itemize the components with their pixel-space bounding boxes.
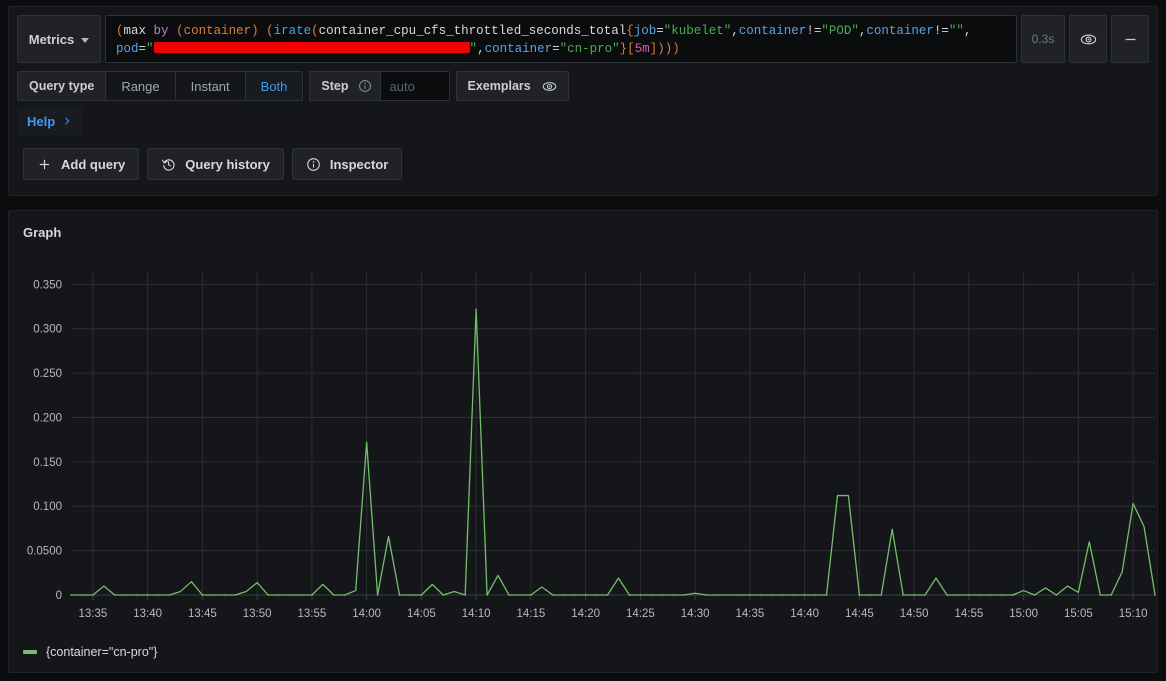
query-token-range: 5m [634, 42, 650, 56]
query-token-metric: container_cpu_cfs_throttled_seconds_tota… [318, 24, 627, 38]
redacted-pod-name [153, 42, 470, 53]
info-circle-icon[interactable] [358, 79, 372, 93]
promql-query-input[interactable]: (max by (container) (irate(container_cpu… [105, 15, 1017, 63]
inspector-button[interactable]: Inspector [291, 148, 403, 180]
step-label-text: Step [321, 79, 349, 93]
query-token-paren2: ( [266, 24, 274, 38]
query-type-segment-group: Query type Range Instant Both [17, 71, 304, 101]
svg-text:15:10: 15:10 [1119, 608, 1148, 620]
chevron-down-icon [81, 37, 90, 43]
step-group: Step [309, 71, 450, 101]
svg-text:0.200: 0.200 [33, 412, 62, 424]
svg-text:0: 0 [56, 590, 62, 602]
plus-icon [39, 159, 50, 169]
query-duration-text: 0.3s [1031, 32, 1055, 46]
query-token-max: max [123, 24, 147, 38]
query-label-pod: pod [116, 42, 139, 56]
eye-icon [542, 81, 557, 91]
query-label-job: job [633, 24, 657, 38]
svg-text:13:55: 13:55 [297, 608, 326, 620]
query-label-container-2: container [866, 24, 934, 38]
svg-text:14:25: 14:25 [626, 608, 655, 620]
help-toggle-button[interactable]: Help [17, 107, 83, 135]
query-token-group: (container) [176, 24, 259, 38]
query-type-option-instant[interactable]: Instant [174, 71, 245, 101]
query-token-irate: irate [273, 24, 312, 38]
minus-icon [1125, 38, 1135, 40]
svg-text:14:20: 14:20 [571, 608, 600, 620]
graph-panel: Graph 0 0.0500 0.100 0.150 0.200 0.250 0.300 0.… [8, 210, 1158, 673]
query-token-brace-close: } [619, 42, 628, 56]
query-value-container-1: "POD" [821, 24, 859, 38]
query-value-job: "kubelet" [663, 24, 732, 38]
query-value-container-2: "" [948, 24, 964, 38]
query-row: Metrics (max by (container) (irate(conta… [9, 7, 1157, 63]
chevron-right-icon [65, 117, 70, 125]
info-circle-icon [306, 157, 320, 171]
toggle-query-visibility-button[interactable] [1069, 15, 1107, 63]
svg-text:14:00: 14:00 [352, 608, 381, 620]
remove-query-button[interactable] [1111, 15, 1149, 63]
step-input[interactable] [379, 71, 450, 101]
query-label-container-3: container [484, 42, 553, 56]
panel-title: Graph [23, 225, 62, 240]
query-duration-badge: 0.3s [1021, 15, 1065, 63]
query-type-option-both[interactable]: Both [244, 71, 304, 101]
svg-text:14:35: 14:35 [735, 608, 764, 620]
query-editor-card: Metrics (max by (container) (irate(conta… [8, 6, 1158, 196]
history-icon [162, 158, 175, 171]
query-token-paren3: ( [311, 24, 319, 38]
query-value-container-3: "cn-pro" [559, 42, 620, 56]
timeseries-plot[interactable]: 0 0.0500 0.100 0.150 0.200 0.250 0.300 0.350 13:… [9, 259, 1159, 637]
metrics-dropdown-button[interactable]: Metrics [17, 15, 101, 63]
query-token-by: by [153, 24, 169, 38]
svg-text:15:00: 15:00 [1009, 608, 1038, 620]
help-row: Help [9, 101, 1157, 135]
add-query-label: Add query [61, 156, 126, 172]
svg-text:13:50: 13:50 [243, 608, 272, 620]
svg-text:0.300: 0.300 [33, 324, 62, 336]
query-type-label: Query type [17, 71, 106, 101]
svg-text:0.250: 0.250 [33, 368, 62, 380]
exemplars-toggle[interactable]: Exemplars [455, 71, 569, 101]
svg-text:14:40: 14:40 [790, 608, 819, 620]
svg-text:14:45: 14:45 [845, 608, 874, 620]
plot-svg: 0 0.0500 0.100 0.150 0.200 0.250 0.300 0.350 13:… [27, 271, 1156, 620]
svg-text:14:50: 14:50 [900, 608, 929, 620]
svg-text:15:05: 15:05 [1064, 608, 1093, 620]
svg-text:0.100: 0.100 [33, 501, 62, 513]
svg-text:0.0500: 0.0500 [27, 546, 62, 558]
exemplars-label: Exemplars [467, 79, 531, 93]
svg-text:0.350: 0.350 [33, 279, 62, 291]
svg-text:14:30: 14:30 [681, 608, 710, 620]
legend-color-swatch [23, 650, 37, 654]
svg-text:0.150: 0.150 [33, 457, 62, 469]
legend-series-label[interactable]: {container="cn-pro"} [46, 645, 157, 659]
eye-icon [1080, 34, 1096, 44]
query-actions-row: Add query Query history Inspector [9, 135, 1157, 180]
help-label: Help [27, 113, 56, 129]
query-type-row: Query type Range Instant Both Step Exemp… [9, 63, 1157, 101]
add-query-button[interactable]: Add query [23, 148, 140, 180]
query-label-container-1: container [738, 24, 807, 38]
svg-text:14:05: 14:05 [407, 608, 436, 620]
query-history-label: Query history [185, 156, 270, 172]
query-history-button[interactable]: Query history [147, 148, 284, 180]
svg-text:13:45: 13:45 [188, 608, 217, 620]
metrics-dropdown-label: Metrics [28, 31, 75, 47]
inspector-label: Inspector [329, 156, 389, 172]
svg-text:14:10: 14:10 [462, 608, 491, 620]
step-label: Step [309, 71, 380, 101]
query-token-paren: ( [116, 24, 124, 38]
query-token-close-parens: ))) [657, 42, 680, 56]
legend: {container="cn-pro"} [23, 645, 157, 659]
query-token-brace-open: { [626, 24, 634, 38]
svg-text:14:55: 14:55 [954, 608, 983, 620]
svg-text:14:15: 14:15 [516, 608, 545, 620]
svg-text:13:35: 13:35 [79, 608, 108, 620]
svg-text:13:40: 13:40 [133, 608, 162, 620]
query-type-option-range[interactable]: Range [105, 71, 175, 101]
